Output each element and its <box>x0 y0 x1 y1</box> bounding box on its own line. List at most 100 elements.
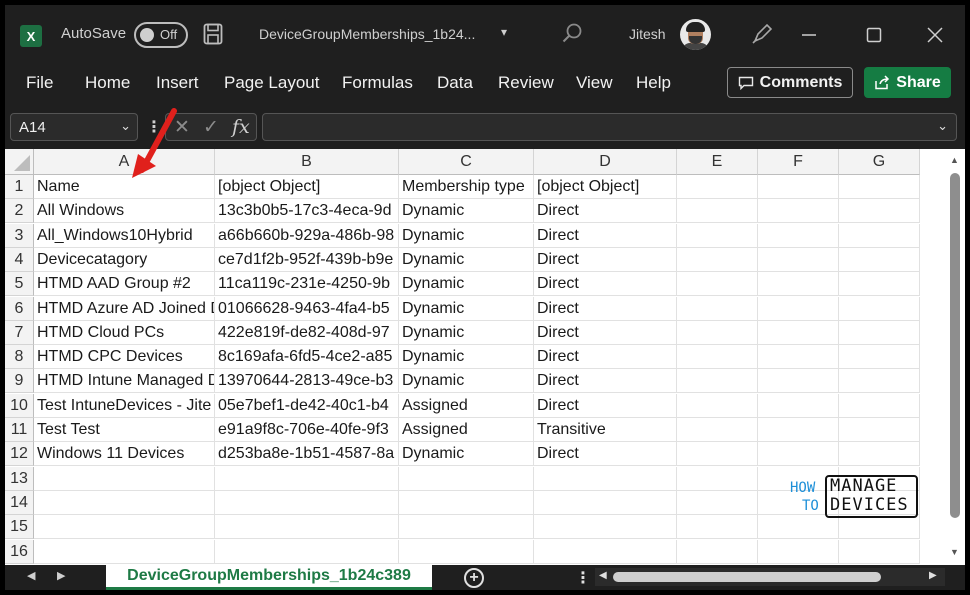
cell-c4[interactable]: Dynamic <box>399 247 534 272</box>
horizontal-scrollbar[interactable]: ◀ ▶ <box>595 568 945 586</box>
cell-c9[interactable]: Dynamic <box>399 369 534 394</box>
menu-page-layout[interactable]: Page Layout <box>224 73 319 93</box>
cell-b7[interactable]: 422e819f-de82-408d-97 <box>215 320 399 345</box>
formula-input[interactable]: ⌄ <box>262 113 957 141</box>
cell-c1[interactable]: Membership type <box>399 175 534 199</box>
cell-e2[interactable] <box>677 199 758 224</box>
cell-d2[interactable]: Direct <box>534 199 677 224</box>
cell-c16[interactable] <box>399 539 534 564</box>
pen-icon[interactable] <box>749 21 775 47</box>
cell-a14[interactable] <box>34 490 215 515</box>
cell-b2[interactable]: 13c3b0b5-17c3-4eca-9d <box>215 199 399 224</box>
cell-c15[interactable] <box>399 515 534 540</box>
cell-d12[interactable]: Direct <box>534 442 677 467</box>
cell-a3[interactable]: All_Windows10Hybrid <box>34 223 215 248</box>
cell-b4[interactable]: ce7d1f2b-952f-439b-b9e <box>215 247 399 272</box>
name-box[interactable]: A14 ⌄ <box>10 113 138 141</box>
row-header[interactable]: 12 <box>5 442 34 467</box>
cell-f12[interactable] <box>758 442 839 467</box>
cell-d7[interactable]: Direct <box>534 320 677 345</box>
minimize-icon[interactable] <box>797 23 821 47</box>
cell-d4[interactable]: Direct <box>534 247 677 272</box>
cell-c11[interactable]: Assigned <box>399 418 534 442</box>
chevron-down-icon[interactable]: ▾ <box>501 25 507 39</box>
row-header[interactable]: 16 <box>5 539 34 564</box>
menu-review[interactable]: Review <box>498 73 554 93</box>
cell-f4[interactable] <box>758 247 839 272</box>
cell-f9[interactable] <box>758 369 839 394</box>
scroll-right-icon[interactable]: ▶ <box>929 570 937 581</box>
menu-data[interactable]: Data <box>437 73 473 93</box>
search-icon[interactable] <box>561 22 583 44</box>
cell-d3[interactable]: Direct <box>534 223 677 248</box>
maximize-icon[interactable] <box>862 23 886 47</box>
cell-a15[interactable] <box>34 515 215 540</box>
scroll-up-icon[interactable]: ▲ <box>950 155 959 165</box>
prev-sheet-icon[interactable]: ◀ <box>27 569 35 582</box>
cell-a7[interactable]: HTMD Cloud PCs <box>34 320 215 345</box>
cell-b11[interactable]: e91a9f8c-706e-40fe-9f3 <box>215 418 399 442</box>
cell-c13[interactable] <box>399 466 534 491</box>
cell-g8[interactable] <box>839 345 920 370</box>
column-header-g[interactable]: G <box>839 149 920 175</box>
cell-g7[interactable] <box>839 320 920 345</box>
cell-e14[interactable] <box>677 490 758 515</box>
cell-b13[interactable] <box>215 466 399 491</box>
cell-g6[interactable] <box>839 296 920 321</box>
cell-a2[interactable]: All Windows <box>34 199 215 224</box>
cell-g2[interactable] <box>839 199 920 224</box>
scroll-down-icon[interactable]: ▼ <box>950 547 959 557</box>
cell-a12[interactable]: Windows 11 Devices <box>34 442 215 467</box>
sheet-tab-active[interactable]: DeviceGroupMemberships_1b24c389 <box>106 564 432 590</box>
cell-c10[interactable]: Assigned <box>399 393 534 418</box>
cell-b10[interactable]: 05e7bef1-de42-40c1-b4 <box>215 393 399 418</box>
cell-c6[interactable]: Dynamic <box>399 296 534 321</box>
row-header[interactable]: 13 <box>5 466 34 491</box>
column-header-a[interactable]: A <box>34 149 215 175</box>
comments-button[interactable]: Comments <box>727 67 853 98</box>
cell-f7[interactable] <box>758 320 839 345</box>
cell-f10[interactable] <box>758 393 839 418</box>
cell-e4[interactable] <box>677 247 758 272</box>
cell-e3[interactable] <box>677 223 758 248</box>
column-header-b[interactable]: B <box>215 149 399 175</box>
row-header[interactable]: 9 <box>5 369 34 394</box>
cell-g16[interactable] <box>839 539 920 564</box>
cell-d11[interactable]: Transitive <box>534 418 677 442</box>
menu-formulas[interactable]: Formulas <box>342 73 413 93</box>
hscroll-thumb[interactable] <box>613 572 881 582</box>
menu-view[interactable]: View <box>576 73 613 93</box>
select-all-corner[interactable] <box>5 149 34 175</box>
close-icon[interactable] <box>923 23 947 47</box>
cell-e9[interactable] <box>677 369 758 394</box>
cell-f1[interactable] <box>758 175 839 199</box>
cell-d16[interactable] <box>534 539 677 564</box>
cell-f8[interactable] <box>758 345 839 370</box>
cell-b12[interactable]: d253ba8e-1b51-4587-8a <box>215 442 399 467</box>
cell-f2[interactable] <box>758 199 839 224</box>
cell-c12[interactable]: Dynamic <box>399 442 534 467</box>
add-sheet-icon[interactable]: + <box>464 568 484 588</box>
menu-help[interactable]: Help <box>636 73 671 93</box>
cell-e1[interactable] <box>677 175 758 199</box>
cell-c5[interactable]: Dynamic <box>399 272 534 297</box>
cell-b1[interactable]: [object Object] <box>215 175 399 199</box>
cell-a5[interactable]: HTMD AAD Group #2 <box>34 272 215 297</box>
row-header[interactable]: 8 <box>5 345 34 370</box>
row-header[interactable]: 14 <box>5 490 34 515</box>
cell-e13[interactable] <box>677 466 758 491</box>
cell-g1[interactable] <box>839 175 920 199</box>
cell-a10[interactable]: Test IntuneDevices - Jite <box>34 393 215 418</box>
scroll-left-icon[interactable]: ◀ <box>599 570 607 581</box>
cell-b6[interactable]: 01066628-9463-4fa4-b5 <box>215 296 399 321</box>
cell-a4[interactable]: Devicecatagory <box>34 247 215 272</box>
insert-function-icon[interactable]: fx <box>232 116 250 138</box>
column-header-e[interactable]: E <box>677 149 758 175</box>
cell-f11[interactable] <box>758 418 839 442</box>
cell-c8[interactable]: Dynamic <box>399 345 534 370</box>
cell-a16[interactable] <box>34 539 215 564</box>
cell-e16[interactable] <box>677 539 758 564</box>
row-header[interactable]: 5 <box>5 272 34 297</box>
column-header-c[interactable]: C <box>399 149 534 175</box>
chevron-down-icon[interactable]: ⌄ <box>937 118 948 134</box>
